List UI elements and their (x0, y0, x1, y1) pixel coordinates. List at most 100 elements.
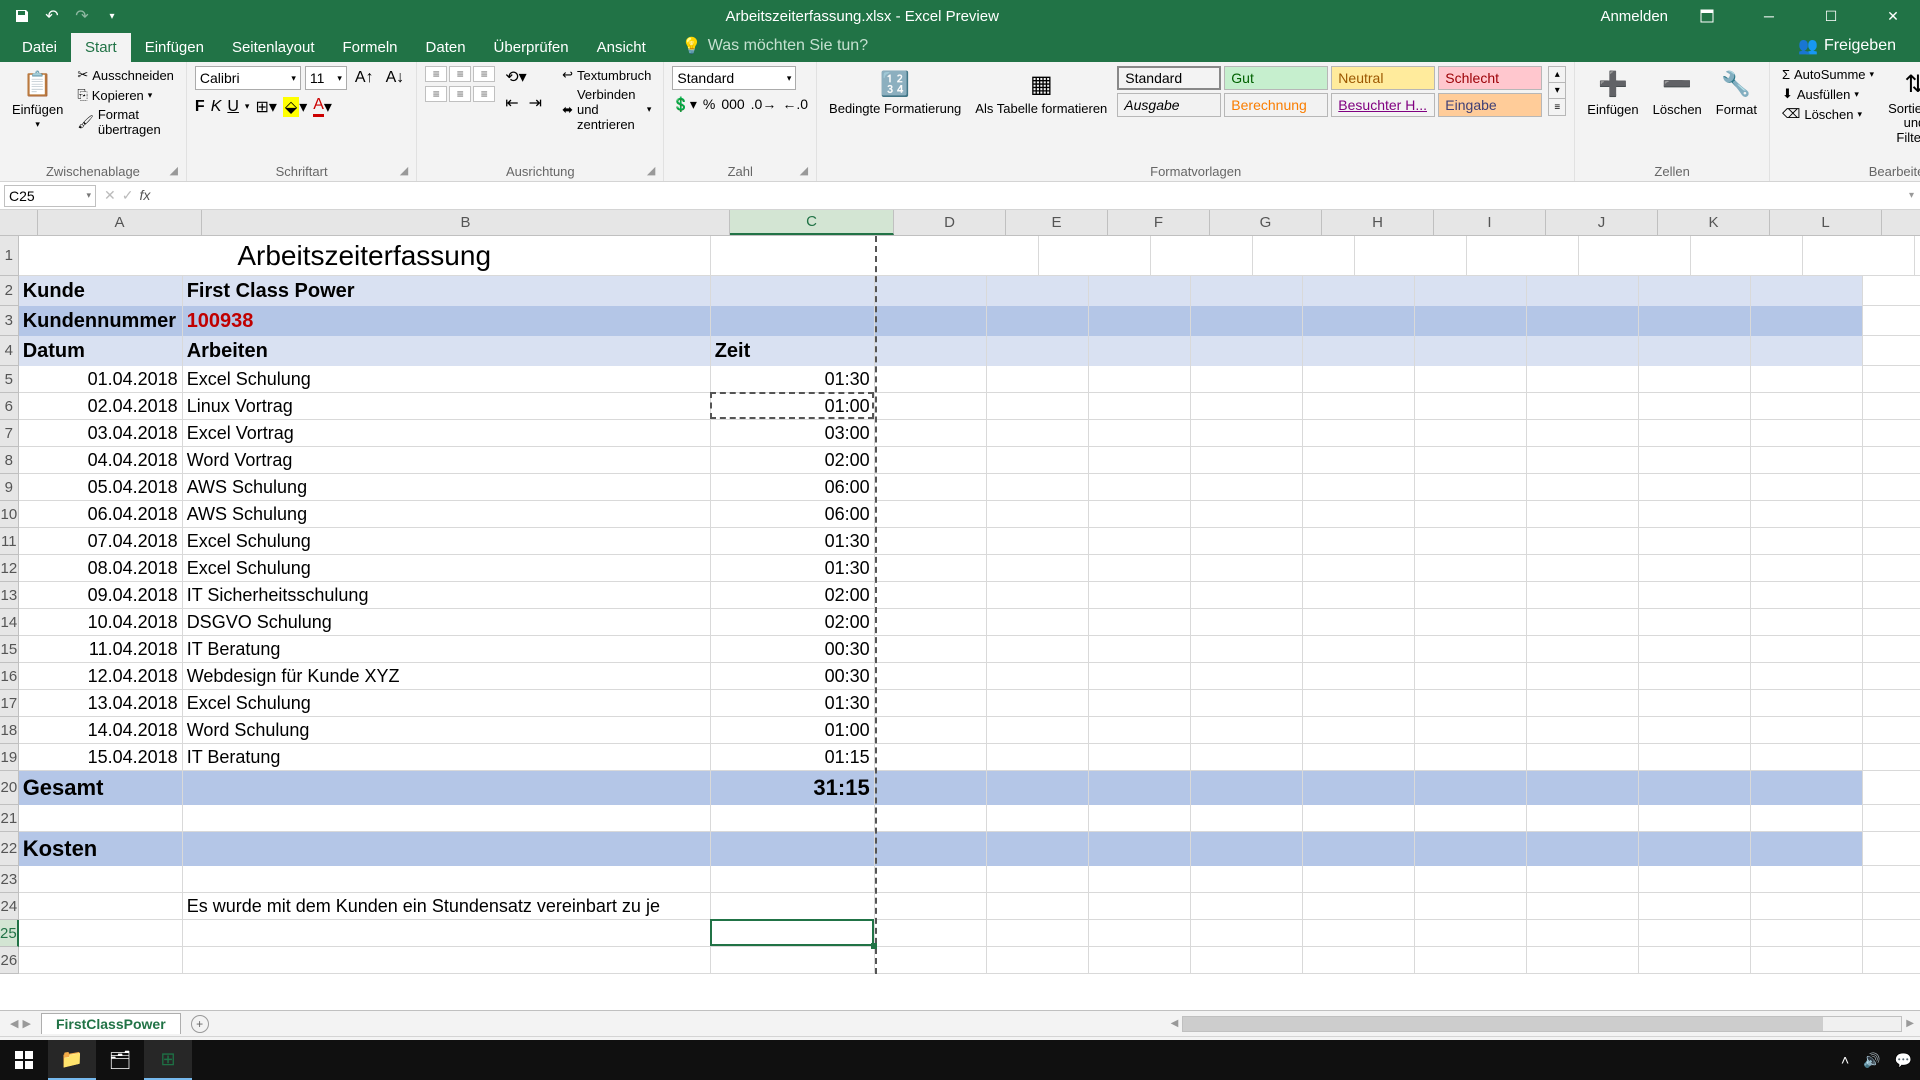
select-all-corner[interactable] (0, 210, 38, 235)
cell[interactable]: 01:30 (711, 366, 875, 393)
cell[interactable]: Linux Vortrag (183, 393, 711, 420)
cell[interactable] (1751, 393, 1863, 420)
cell[interactable] (711, 832, 875, 866)
cell[interactable] (1639, 276, 1751, 306)
row-header-22[interactable]: 22 (0, 832, 19, 866)
row-header-10[interactable]: 10 (0, 501, 19, 528)
cell[interactable] (875, 893, 987, 920)
cell[interactable] (1303, 474, 1415, 501)
cell[interactable]: 07.04.2018 (19, 528, 183, 555)
cell[interactable]: Datum (19, 336, 183, 366)
orientation-button[interactable]: ⟲▾ (501, 66, 546, 88)
cell[interactable] (1527, 920, 1639, 947)
cell[interactable] (987, 690, 1089, 717)
cell[interactable] (1751, 805, 1863, 832)
cell[interactable]: 04.04.2018 (19, 447, 183, 474)
decrease-decimal-icon[interactable]: ←.0 (782, 96, 808, 113)
col-header-K[interactable]: K (1658, 210, 1770, 235)
font-name-combo[interactable]: Calibri▾ (195, 66, 301, 90)
cell[interactable] (875, 306, 987, 336)
cell[interactable] (1191, 276, 1303, 306)
cell[interactable] (987, 366, 1089, 393)
dialog-launcher-icon[interactable]: ◢ (647, 164, 655, 177)
cell[interactable]: 13.04.2018 (19, 690, 183, 717)
number-format-combo[interactable]: Standard▾ (672, 66, 796, 90)
cell[interactable] (1089, 276, 1191, 306)
row-header-24[interactable]: 24 (0, 893, 19, 920)
cell[interactable]: 02:00 (711, 609, 875, 636)
cell[interactable] (987, 474, 1089, 501)
cell[interactable] (1527, 717, 1639, 744)
delete-cells-button[interactable]: ➖Löschen (1649, 66, 1706, 119)
cell[interactable] (1527, 336, 1639, 366)
cell[interactable]: Word Schulung (183, 717, 711, 744)
cell[interactable]: Kosten (19, 832, 183, 866)
cell[interactable] (987, 636, 1089, 663)
cell[interactable] (875, 393, 987, 420)
row-header-17[interactable]: 17 (0, 690, 19, 717)
cell[interactable] (1303, 276, 1415, 306)
tab-start[interactable]: Start (71, 33, 131, 62)
cell[interactable] (1191, 447, 1303, 474)
insert-cells-button[interactable]: ➕Einfügen (1583, 66, 1642, 119)
bold-button[interactable]: F (195, 98, 205, 116)
cell[interactable] (875, 866, 987, 893)
cell[interactable] (1415, 771, 1527, 805)
vertical-align-buttons[interactable]: ≡≡≡ (425, 66, 495, 82)
expand-formula-icon[interactable]: ▾ (1903, 190, 1920, 201)
cell[interactable] (1303, 744, 1415, 771)
name-box[interactable]: C25▾ (4, 185, 96, 207)
cell[interactable]: Word Vortrag (183, 447, 711, 474)
col-header-I[interactable]: I (1434, 210, 1546, 235)
cell[interactable]: Kundennummer (19, 306, 183, 336)
cell[interactable] (19, 893, 183, 920)
cell[interactable] (1527, 555, 1639, 582)
tray-volume-icon[interactable]: 🔊 (1863, 1052, 1880, 1069)
cell[interactable] (987, 717, 1089, 744)
cell[interactable] (1527, 528, 1639, 555)
cell[interactable] (1089, 501, 1191, 528)
cell[interactable] (1751, 447, 1863, 474)
cell[interactable] (1751, 636, 1863, 663)
cell[interactable] (987, 555, 1089, 582)
cut-button[interactable]: ✂Ausschneiden (73, 66, 178, 84)
cell[interactable] (183, 832, 711, 866)
ribbon-display-icon[interactable] (1684, 0, 1730, 32)
cell[interactable] (1415, 501, 1527, 528)
cell[interactable] (1639, 501, 1751, 528)
taskbar-explorer-icon[interactable]: 📁 (48, 1040, 96, 1080)
percent-button[interactable]: % (703, 96, 715, 113)
cell[interactable] (1639, 306, 1751, 336)
cell[interactable]: 31:15 (711, 771, 875, 805)
cell[interactable] (1415, 420, 1527, 447)
fill-color-button[interactable]: ⬙▾ (283, 97, 307, 117)
styles-scroll[interactable]: ▴▾≡ (1548, 66, 1566, 116)
cell[interactable] (1089, 474, 1191, 501)
cell-styles-gallery[interactable]: Standard Gut Neutral Schlecht Ausgabe Be… (1117, 66, 1542, 117)
cell[interactable] (1751, 582, 1863, 609)
cell[interactable] (1303, 609, 1415, 636)
cell[interactable]: Arbeitszeiterfassung (19, 236, 711, 276)
cell[interactable] (1751, 306, 1863, 336)
cell[interactable]: 15.04.2018 (19, 744, 183, 771)
row-header-3[interactable]: 3 (0, 306, 19, 336)
cell[interactable] (183, 920, 711, 947)
increase-font-icon[interactable]: A↑ (351, 66, 378, 90)
cell[interactable] (987, 920, 1089, 947)
cell[interactable] (1303, 555, 1415, 582)
cell[interactable] (875, 609, 987, 636)
col-header-B[interactable]: B (202, 210, 730, 235)
cell[interactable]: 01.04.2018 (19, 366, 183, 393)
cell[interactable] (875, 366, 987, 393)
underline-button[interactable]: U (227, 98, 239, 116)
cell[interactable] (875, 276, 987, 306)
cell[interactable] (1751, 893, 1863, 920)
cell[interactable] (711, 276, 875, 306)
cell[interactable] (1527, 609, 1639, 636)
decrease-indent-icon[interactable]: ⇤ (501, 92, 522, 114)
cell[interactable] (987, 306, 1089, 336)
cell[interactable] (1691, 236, 1803, 276)
cell[interactable] (1751, 501, 1863, 528)
cell[interactable] (875, 663, 987, 690)
cell[interactable]: 06.04.2018 (19, 501, 183, 528)
